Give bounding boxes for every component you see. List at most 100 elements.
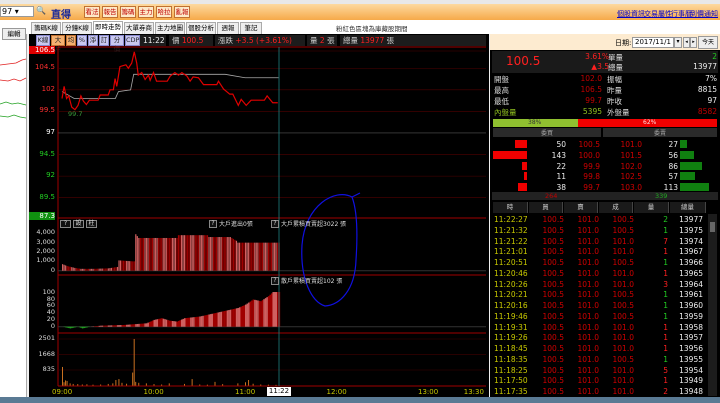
retail-bar [164,319,166,327]
trade-ask: 101.0 [577,333,599,343]
trade-ask: 101.0 [577,268,599,278]
trades-scrollbar[interactable] [708,214,717,396]
date-dropdown-icon[interactable]: ▾ [674,37,682,48]
retail-bar [72,326,75,328]
ask-volume-bar [680,183,709,192]
ask-volume-bar [680,140,687,148]
panel-button-1[interactable]: 設 [73,220,84,228]
cursor-time-label: 11:22 [267,387,291,396]
trade-volume: 1 [663,322,668,332]
trade-price: 101.0 [612,365,634,375]
bid-price[interactable]: 99.8 [570,171,600,182]
date-input[interactable]: 2017/11/1 [632,37,674,48]
taskbar [0,397,720,403]
help-icon[interactable]: ? [209,220,217,228]
panel-button-2[interactable]: 柱 [86,220,97,228]
quote-value: 8815 [697,85,717,94]
retail-bar [124,324,127,327]
big-holder-bar [217,237,219,271]
volume-bar [112,383,114,386]
trade-bid: 100.5 [542,236,564,246]
ask-price[interactable]: 101.5 [612,150,642,161]
volume-bar [214,381,216,386]
trade-bid: 100.5 [542,354,564,364]
volume-bar [145,383,147,386]
big-holder-bar [182,235,184,271]
volume-bar [199,384,201,386]
retail-bar [83,326,85,329]
inner-volume-value: 5395 [582,107,602,116]
big-holder-bar [257,242,259,271]
trade-ask: 101.0 [577,215,599,224]
retail-bar [196,316,198,327]
trade-volume: 7 [663,236,668,246]
retail-bar [136,323,139,327]
big-holder-bar [235,240,238,271]
ask-price[interactable]: 101.0 [612,139,642,150]
big-holder-bar [211,237,213,271]
price-tick: 94.5 [39,149,55,158]
trade-time: 11:17:35 [494,387,528,396]
trade-volume: 1 [663,290,668,300]
retail-bar [229,309,232,327]
ask-price[interactable]: 102.5 [612,171,642,182]
volume-bar [135,381,137,386]
trade-total: 13958 [679,322,703,332]
retail-bar [107,325,110,327]
bid-price[interactable]: 100.5 [570,139,600,150]
trade-price: 100.5 [612,311,634,321]
trade-ask: 101.0 [577,301,599,310]
quote-label: 最高 [494,86,509,95]
big-holder-bar [126,260,128,271]
trade-bid: 100.5 [542,376,564,386]
price-line [61,51,278,111]
big-holder-bar [159,237,161,271]
big-holder-bar [92,268,94,271]
retail-bar [211,313,214,327]
retail-bar [127,324,130,327]
today-button[interactable]: 今天 [698,36,718,49]
big-holder-bar [269,242,271,271]
big-holder-bar [145,237,148,271]
scrollbar-thumb[interactable] [710,222,715,232]
prev-day-icon[interactable]: ◂ [683,37,690,48]
big-holder-bar [100,268,102,271]
retail-bar [269,294,271,327]
retail-bar [187,317,189,327]
ask-price[interactable]: 102.0 [612,161,642,172]
big-holder-bar [156,237,158,271]
help-icon[interactable]: ? [271,277,279,285]
quote-label: 振幅 [607,75,622,84]
price-tick-min: 87.3 [29,212,55,220]
big-holder-bar [107,268,109,271]
retail-bar [235,308,238,327]
big-holder-bar [136,236,138,271]
trade-volume: 1 [663,301,668,310]
retail-bar [255,300,258,327]
big-holder-bar [177,235,180,271]
volume-tick: 1668 [38,349,55,358]
volume-bar [275,384,277,386]
retail-bar [209,314,212,327]
trade-total: 13957 [679,333,703,343]
retail-bar [248,302,250,327]
big-holder-bar [161,237,163,271]
big-holder-bar [144,237,146,271]
big-holder-bar [87,268,90,271]
panel-button-0[interactable]: ? [60,220,71,228]
big-holder-bar [200,235,202,271]
volume-bar [72,383,74,386]
retail-tick: 0 [50,321,55,330]
next-day-icon[interactable]: ▸ [690,37,697,48]
bid-price[interactable]: 99.9 [570,161,600,172]
retail-bar [197,316,200,327]
retail-bar [193,317,195,327]
big-holder-bar [148,237,151,271]
help-icon[interactable]: ? [271,220,279,228]
bid-volume-bar [524,172,527,181]
big-holder-bar [109,268,111,271]
trade-price: 100.5 [612,225,634,235]
bid-price[interactable]: 100.0 [570,150,600,161]
trade-bid: 100.5 [542,344,564,353]
big-holder-bar [95,268,97,271]
